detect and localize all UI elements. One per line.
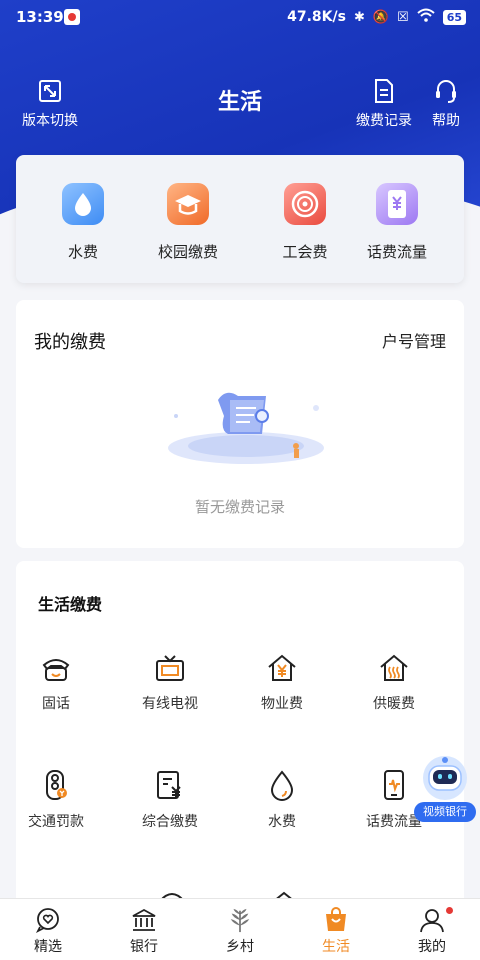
- traffic-light-icon: [46, 770, 67, 800]
- nav-tab-label: 生活: [322, 939, 350, 955]
- nav-tab-featured[interactable]: 精选: [0, 907, 96, 956]
- bluetooth-icon: ✱: [353, 9, 365, 25]
- life-item-label: 水费: [268, 814, 296, 830]
- nav-tab-village[interactable]: 乡村: [192, 907, 288, 956]
- nav-tab-label: 乡村: [226, 939, 254, 955]
- my-payments-title: 我的缴费: [34, 332, 106, 353]
- life-item-label: 交通罚款: [28, 814, 84, 830]
- life-item-property[interactable]: 物业费: [226, 653, 338, 713]
- user-icon: [420, 909, 444, 933]
- quick-item-label: 水费: [67, 243, 98, 261]
- empty-records-illustration: [168, 392, 324, 464]
- bill-record-button[interactable]: 缴费记录: [352, 78, 416, 130]
- help-label: 帮助: [432, 113, 460, 129]
- life-item-label: 综合缴费: [142, 814, 198, 830]
- quick-item-label: 校园缴费: [157, 243, 218, 261]
- nav-tab-bank[interactable]: 银行: [96, 907, 192, 956]
- life-item-heating[interactable]: 供暖费: [338, 653, 450, 713]
- property-house-icon: [268, 654, 296, 681]
- quick-item-campus[interactable]: 校园缴费: [143, 183, 233, 262]
- help-button[interactable]: 帮助: [426, 78, 466, 130]
- heart-chat-icon: [35, 908, 59, 933]
- nav-tab-label: 银行: [130, 939, 158, 955]
- heating-house-icon: [380, 654, 408, 681]
- graduation-cap-icon: [167, 183, 209, 225]
- mute-icon: 🔕: [372, 9, 390, 25]
- battery-icon: 65: [442, 9, 466, 25]
- notification-dot: [446, 907, 453, 914]
- life-item-label: 有线电视: [142, 696, 198, 712]
- status-indicators: 47.8K/s ✱ 🔕 ☒ 65: [287, 8, 466, 26]
- life-item-water[interactable]: 水费: [226, 769, 338, 831]
- sim-off-icon: ☒: [397, 9, 409, 25]
- union-target-icon: [284, 183, 326, 225]
- bottom-navigation: 精选 银行 乡村 生活 我的: [0, 898, 480, 960]
- life-item-general-payment[interactable]: 综合缴费: [114, 769, 226, 831]
- empty-records-text: 暂无缴费记录: [194, 498, 285, 516]
- life-item-label: 供暖费: [373, 696, 415, 712]
- nav-tab-label: 我的: [418, 939, 446, 955]
- notification-app-icon: [64, 9, 80, 25]
- status-bar: 13:39 47.8K/s ✱ 🔕 ☒ 65: [0, 0, 480, 34]
- mobile-phone-icon: [384, 770, 404, 800]
- life-item-landline[interactable]: 固话: [0, 653, 112, 713]
- nav-tab-life[interactable]: 生活: [288, 907, 384, 956]
- bank-icon: [132, 908, 156, 931]
- life-item-cable-tv[interactable]: 有线电视: [114, 653, 226, 713]
- tv-icon: [156, 655, 184, 681]
- nav-tab-label: 精选: [34, 939, 62, 955]
- life-item-label: 物业费: [261, 696, 303, 712]
- robot-assistant-icon: [423, 756, 467, 800]
- quick-item-phone[interactable]: 话费流量: [352, 183, 442, 262]
- water-drop-icon: [62, 183, 104, 225]
- status-time: 13:39: [16, 8, 64, 26]
- quick-actions-card: 水费 校园缴费 工会费 话费流量: [16, 155, 464, 283]
- life-payments-title: 生活缴费: [38, 595, 103, 614]
- network-speed: 47.8K/s: [287, 9, 346, 25]
- bill-record-label: 缴费记录: [356, 113, 412, 129]
- quick-item-label: 工会费: [282, 243, 328, 261]
- bill-record-icon: [375, 79, 393, 103]
- my-payments-card: 我的缴费 户号管理 暂无缴费记录: [16, 300, 464, 548]
- bill-yuan-icon: [157, 771, 181, 799]
- life-item-label: 固话: [42, 696, 70, 712]
- quick-item-water[interactable]: 水费: [38, 183, 128, 262]
- video-bank-float-button[interactable]: 视频银行: [414, 750, 476, 822]
- shopping-bag-icon: [326, 907, 346, 931]
- water-drop-icon: [270, 770, 294, 801]
- phone-yuan-icon: [376, 183, 418, 225]
- quick-item-label: 话费流量: [366, 243, 427, 261]
- wheat-icon: [230, 908, 250, 933]
- headset-icon: [436, 80, 456, 103]
- account-management-link[interactable]: 户号管理: [382, 328, 446, 352]
- landline-phone-icon: [42, 659, 70, 681]
- quick-item-union[interactable]: 工会费: [260, 183, 350, 262]
- life-item-traffic-fine[interactable]: 交通罚款: [0, 769, 112, 831]
- nav-tab-mine[interactable]: 我的: [384, 907, 480, 956]
- wifi-icon: [417, 8, 435, 26]
- video-bank-label: 视频银行: [414, 802, 476, 822]
